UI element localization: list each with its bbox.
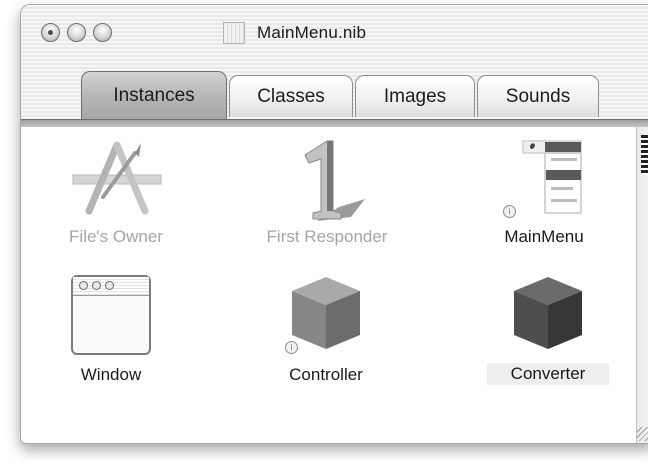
menu-icon	[522, 140, 582, 214]
cube-icon	[514, 277, 582, 349]
instance-first-responder[interactable]: First Responder	[239, 137, 415, 257]
instance-converter[interactable]: Converter	[483, 273, 613, 393]
instance-label: First Responder	[266, 227, 388, 246]
nib-window: MainMenu.nib Instances Classes Images So…	[20, 4, 648, 444]
window-icon-dot	[79, 281, 88, 290]
tab-images[interactable]: Images	[355, 75, 475, 117]
instance-window[interactable]: Window	[51, 273, 171, 393]
instances-pane: File's Owner First Responder i MainMenu …	[21, 127, 637, 443]
app-tools-icon	[72, 141, 162, 215]
instance-files-owner[interactable]: File's Owner	[41, 137, 191, 257]
info-badge-icon: i	[503, 205, 516, 218]
nib-file-icon[interactable]	[223, 22, 245, 44]
window-title: MainMenu.nib	[257, 23, 367, 42]
tab-classes[interactable]: Classes	[229, 75, 353, 117]
window-icon-dot	[105, 281, 114, 290]
tab-instances[interactable]: Instances	[81, 71, 227, 119]
cube-icon	[292, 277, 360, 349]
close-button[interactable]	[41, 23, 60, 42]
instance-main-menu[interactable]: i MainMenu	[479, 137, 609, 257]
window-icon-titlebar	[73, 277, 149, 296]
first-responder-icon	[304, 140, 365, 221]
tab-instances-label: Instances	[113, 84, 195, 106]
instance-label: Converter	[487, 363, 609, 385]
minimize-button[interactable]	[67, 23, 86, 42]
instance-label: Window	[80, 365, 142, 384]
scroll-arrows-icon[interactable]	[641, 135, 648, 175]
resize-grip-icon[interactable]	[637, 427, 648, 441]
tab-sounds[interactable]: Sounds	[477, 75, 599, 117]
close-dot-icon	[48, 30, 53, 35]
instance-label: MainMenu	[504, 227, 584, 246]
info-badge-icon: i	[285, 341, 298, 354]
instance-label: File's Owner	[69, 227, 163, 246]
tab-images-label: Images	[383, 85, 447, 107]
tab-classes-label: Classes	[257, 85, 325, 107]
title-bar[interactable]: MainMenu.nib Instances Classes Images So…	[21, 5, 648, 123]
tab-sounds-label: Sounds	[505, 85, 571, 107]
zoom-button[interactable]	[93, 23, 112, 42]
window-title-group: MainMenu.nib	[223, 21, 366, 45]
window-icon-dot	[92, 281, 101, 290]
instance-controller[interactable]: i Controller	[261, 273, 391, 393]
window-icon	[71, 275, 151, 355]
instance-label: Controller	[289, 365, 363, 384]
